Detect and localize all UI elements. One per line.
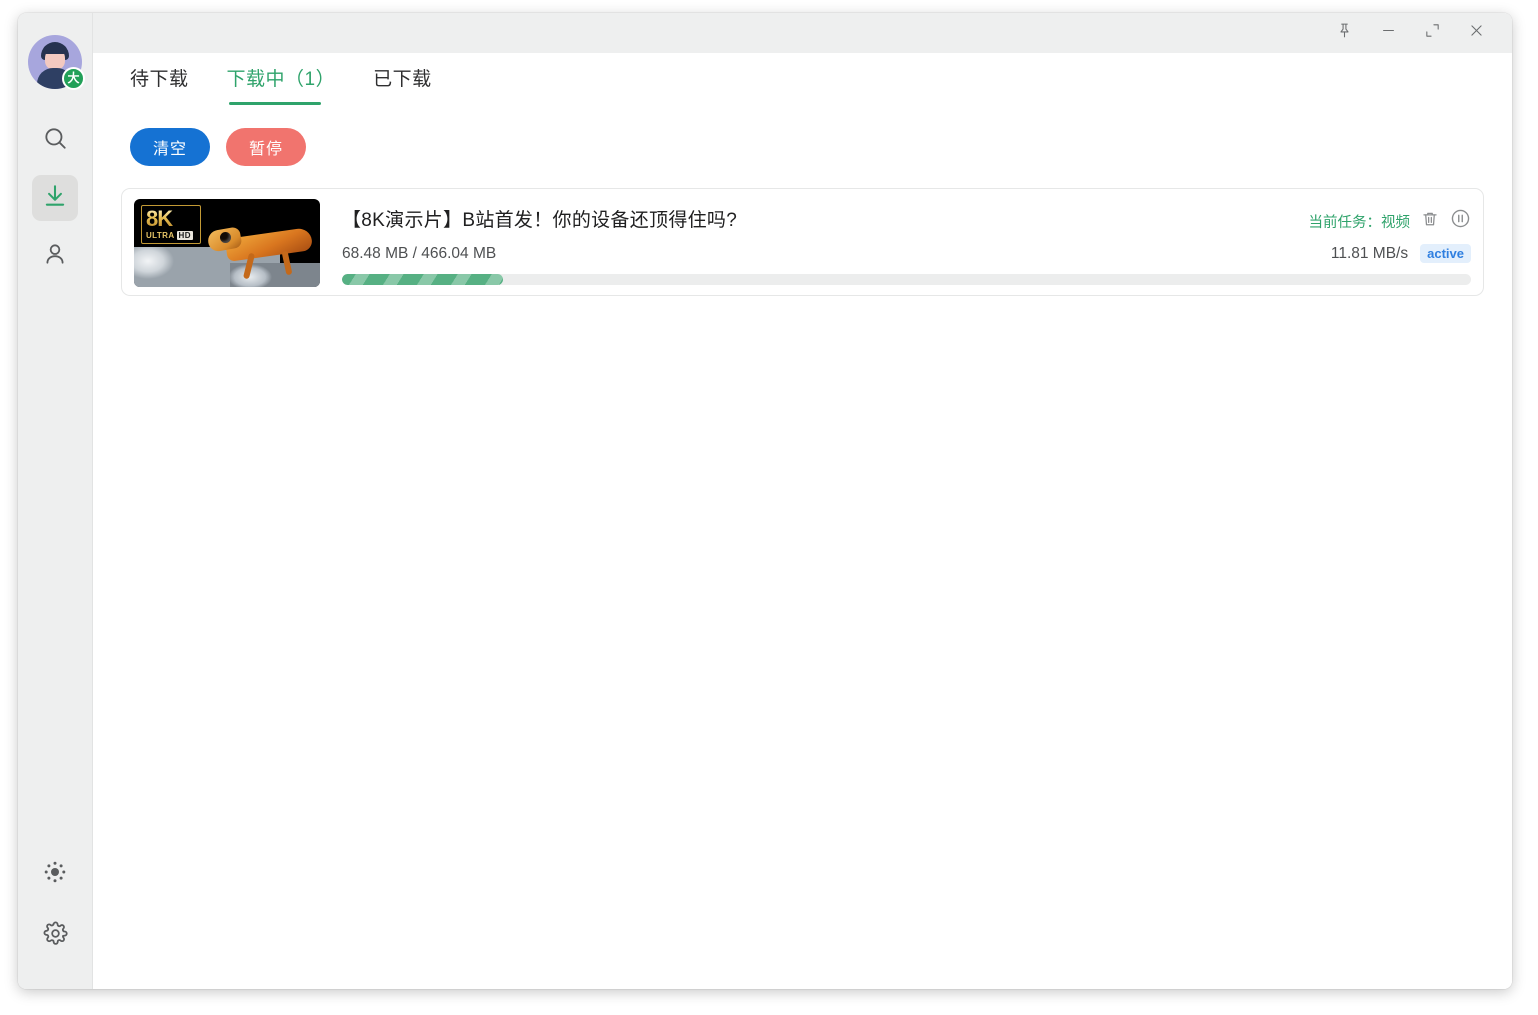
task-row[interactable]: 8K ULTRA HD 【8K演示片】B站首发！你的设备还顶得住吗? 当前任务：… <box>121 188 1484 296</box>
progress-bar-fill <box>342 274 504 285</box>
titlebar <box>93 13 1512 53</box>
resolution-badge-hd: HD <box>176 231 193 240</box>
task-stats-row: 68.48 MB / 466.04 MB 11.81 MB/s active <box>342 244 1471 263</box>
pause-task-button[interactable] <box>1450 208 1471 234</box>
user-icon <box>42 241 68 272</box>
sidebar: 大 <box>18 13 93 989</box>
action-bar: 清空 暂停 <box>121 128 1484 166</box>
resolution-badge-subtitle: ULTRA HD <box>146 231 197 240</box>
sidebar-item-download[interactable] <box>32 175 78 221</box>
close-icon <box>1468 22 1485 44</box>
task-details: 【8K演示片】B站首发！你的设备还顶得住吗? 当前任务：视频 68.48 MB … <box>320 199 1471 285</box>
minimize-button[interactable] <box>1366 16 1410 50</box>
current-task-label: 当前任务：视频 <box>1308 214 1411 231</box>
pause-circle-icon <box>1450 208 1471 234</box>
tab-downloading[interactable]: 下载中（1） <box>227 64 336 105</box>
sidebar-item-theme[interactable] <box>32 851 78 897</box>
trash-icon <box>1421 210 1439 233</box>
maximize-icon <box>1424 22 1441 44</box>
brightness-icon <box>43 860 67 889</box>
sidebar-item-settings[interactable] <box>32 913 78 959</box>
task-size: 68.48 MB / 466.04 MB <box>342 244 497 262</box>
gear-icon <box>43 921 68 951</box>
pin-button[interactable] <box>1322 16 1366 50</box>
minimize-icon <box>1380 22 1397 44</box>
task-actions: 当前任务：视频 <box>1309 205 1472 234</box>
thumbnail-gecko-eye <box>220 232 231 243</box>
task-title: 【8K演示片】B站首发！你的设备还顶得住吗? <box>342 210 738 231</box>
avatar-level-badge: 大 <box>62 67 85 90</box>
avatar[interactable]: 大 <box>28 35 85 90</box>
status-badge: active <box>1420 244 1471 263</box>
pause-all-button[interactable]: 暂停 <box>226 128 307 166</box>
delete-task-button[interactable] <box>1421 210 1439 233</box>
tab-pending[interactable]: 待下载 <box>130 64 189 101</box>
task-list: 8K ULTRA HD 【8K演示片】B站首发！你的设备还顶得住吗? 当前任务：… <box>121 188 1484 296</box>
app-window: 大 待下载 下载中（1） 已下载 清空 暂停 8K ULTRA HD 【8K演示… <box>18 13 1512 989</box>
tab-downloaded[interactable]: 已下载 <box>373 64 432 101</box>
clear-button[interactable]: 清空 <box>130 128 211 166</box>
content-area: 待下载 下载中（1） 已下载 清空 暂停 8K ULTRA HD 【8K演示片】… <box>93 53 1512 989</box>
avatar-fringe <box>43 45 67 54</box>
resolution-badge: 8K ULTRA HD <box>141 205 201 244</box>
task-thumbnail: 8K ULTRA HD <box>134 199 320 287</box>
progress-bar <box>342 274 1471 285</box>
close-button[interactable] <box>1454 16 1498 50</box>
main-area: 待下载 下载中（1） 已下载 清空 暂停 8K ULTRA HD 【8K演示片】… <box>93 13 1512 989</box>
sidebar-item-account[interactable] <box>32 233 78 279</box>
search-icon <box>42 125 68 156</box>
maximize-button[interactable] <box>1410 16 1454 50</box>
resolution-badge-ultra: ULTRA <box>146 231 175 240</box>
sidebar-bottom-group <box>18 851 92 959</box>
download-icon <box>42 183 68 214</box>
sidebar-item-search[interactable] <box>32 117 78 163</box>
task-status-group: 11.81 MB/s active <box>1331 244 1471 263</box>
tab-bar: 待下载 下载中（1） 已下载 <box>121 53 1484 105</box>
task-speed: 11.81 MB/s <box>1330 244 1409 262</box>
pin-icon <box>1336 22 1353 44</box>
task-header-row: 【8K演示片】B站首发！你的设备还顶得住吗? 当前任务：视频 <box>342 205 1471 234</box>
resolution-badge-title: 8K <box>146 208 197 230</box>
